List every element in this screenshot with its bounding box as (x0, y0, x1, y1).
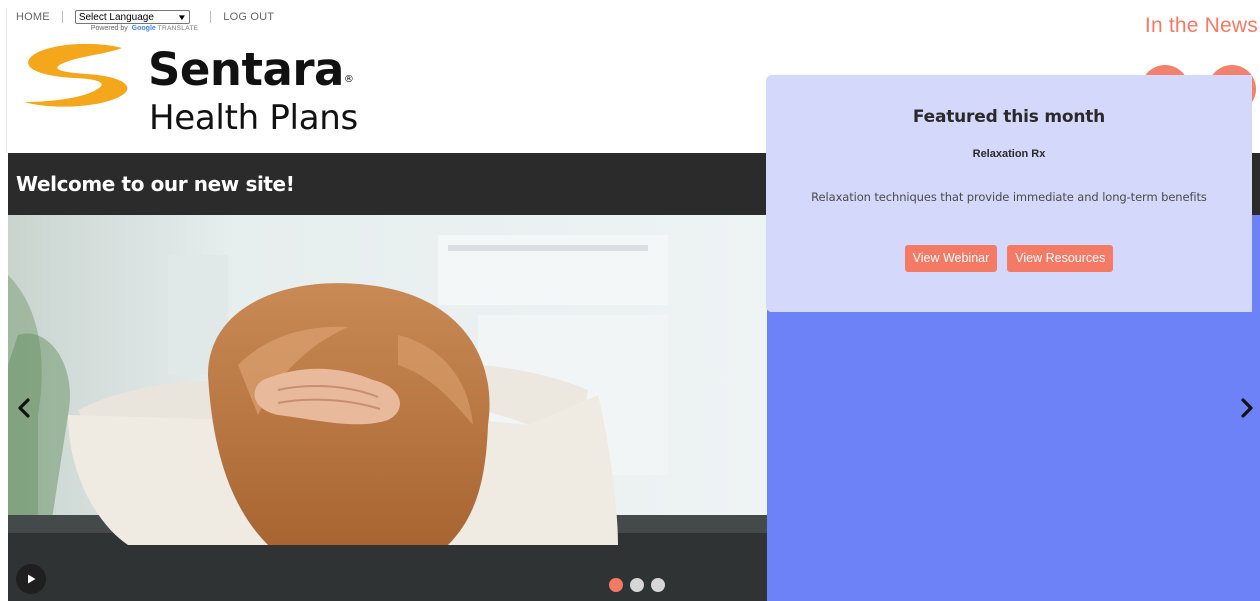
carousel-play-button[interactable] (16, 564, 46, 594)
play-icon (28, 574, 36, 584)
nav-separator (210, 11, 212, 23)
page: HOME Select Language ▼ Powered by Google… (0, 0, 1260, 601)
hero-image-woman-relaxing (8, 215, 767, 601)
welcome-heading: Welcome to our new site! (16, 172, 295, 196)
feature-button-row: View Webinar View Resources (766, 245, 1252, 272)
google-translate-widget: Select Language ▼ Powered by Google TRAN… (74, 10, 198, 32)
nav-separator (61, 11, 63, 23)
utility-nav: HOME Select Language ▼ Powered by Google… (16, 10, 274, 32)
google-logo[interactable]: Google (132, 25, 156, 32)
carousel-prev-arrow[interactable] (17, 398, 31, 422)
carousel-pagination (609, 578, 665, 592)
view-webinar-button[interactable]: View Webinar (904, 245, 998, 272)
powered-by-label: Powered by (90, 25, 128, 32)
translate-label: TRANSLATE (157, 25, 199, 32)
sentara-logo[interactable]: Sentara® Health Plans (22, 38, 382, 143)
language-select-value: Select Language (78, 11, 154, 23)
carousel-dot-3[interactable] (651, 578, 665, 592)
language-select[interactable]: Select Language ▼ (74, 10, 190, 24)
logo-wordmark: Sentara® (148, 40, 354, 100)
home-link[interactable]: HOME (16, 10, 50, 24)
header-left-border (6, 8, 7, 153)
hero-photo-illustration (8, 215, 767, 601)
logo-tagline: Health Plans (149, 98, 358, 138)
logo-wordmark-text: Sentara (148, 43, 344, 96)
feature-subtitle: Relaxation Rx (972, 148, 1046, 160)
chevron-right-icon (1241, 398, 1253, 418)
in-the-news-link[interactable]: In the News (1145, 14, 1258, 38)
feature-heading: Featured this month (912, 107, 1106, 127)
view-resources-button[interactable]: View Resources (1007, 245, 1114, 272)
sentara-swoosh-icon (24, 43, 128, 107)
feature-card: Featured this month Relaxation Rx Relaxa… (766, 75, 1252, 312)
registered-mark: ® (343, 74, 354, 85)
chevron-down-icon: ▼ (176, 12, 188, 22)
chevron-left-icon (18, 398, 30, 418)
carousel-dot-2[interactable] (630, 578, 644, 592)
logout-link[interactable]: LOG OUT (223, 10, 274, 24)
feature-description: Relaxation techniques that provide immed… (811, 190, 1207, 204)
carousel-dot-1[interactable] (609, 578, 623, 592)
carousel-next-arrow[interactable] (1240, 398, 1254, 422)
powered-by-google: Powered by Google TRANSLATE (91, 25, 198, 32)
